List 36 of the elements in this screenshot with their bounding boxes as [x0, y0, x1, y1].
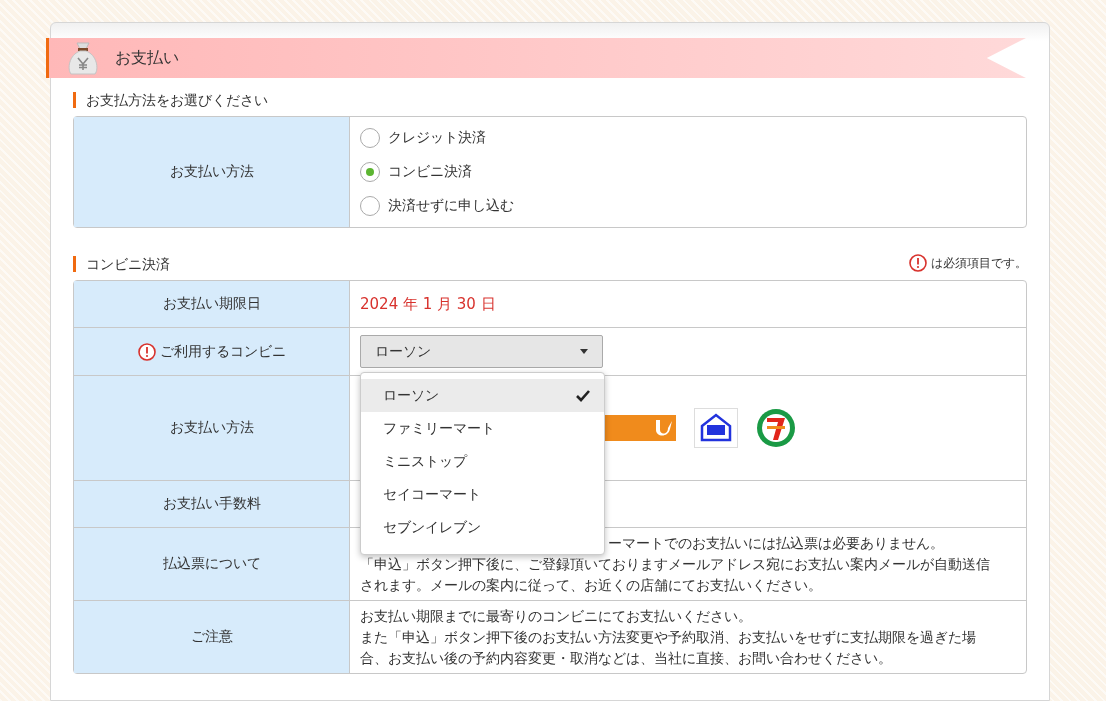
check-icon — [576, 389, 590, 402]
section-heading: お支払方法をお選びください — [73, 92, 1027, 108]
row-label: ご利用するコンビニ — [159, 342, 286, 361]
note-text: 合、お支払い後の予約内容変更・取消などは、当社に直接、お問い合わせください。 — [360, 648, 893, 668]
note-text: お支払い期限までに最寄りのコンビニにてお支払いください。 — [360, 606, 753, 626]
row-label: ご注意 — [190, 628, 233, 646]
payment-option[interactable]: 決済せずに申し込む — [360, 189, 1016, 223]
caret-icon — [580, 349, 588, 354]
note-text: ーマートでのお支払いには払込票は必要ありません。 — [608, 533, 944, 553]
store-logo-icon — [694, 408, 738, 448]
store-logo-icon — [756, 408, 796, 448]
note-text: また「申込」ボタン押下後のお支払い方法変更や予約取消、お支払いをせずに支払期限を過ぎた場 — [360, 627, 977, 647]
dropdown-option[interactable]: セブンイレブン — [361, 511, 604, 544]
note-text: されます。メールの案内に従って、お近くの店舗にてお支払いください。 — [360, 575, 823, 595]
row-label: お支払い手数料 — [162, 495, 261, 513]
required-icon — [909, 254, 927, 272]
dropdown-option[interactable]: ローソン — [361, 379, 604, 412]
section-heading: コンビニ決済 — [73, 256, 170, 272]
dropdown-option[interactable]: ミニストップ — [361, 445, 604, 478]
deadline-date: 2024 年 1 月 30 日 — [360, 294, 497, 314]
radio-button[interactable] — [360, 196, 380, 216]
row-label: お支払い方法 — [169, 163, 254, 181]
radio-button[interactable] — [360, 128, 380, 148]
note-text: 「申込」ボタン押下後に、ご登録頂いておりますメールアドレス宛にお支払い案内メールが自動送信 — [360, 554, 991, 574]
dropdown-option[interactable]: ファミリーマート — [361, 412, 604, 445]
banner-title: お支払い — [115, 47, 179, 69]
payment-option[interactable]: コンビニ決済 — [360, 155, 1016, 189]
row-label: 払込票について — [162, 555, 261, 573]
payment-option[interactable]: クレジット決済 — [360, 121, 1016, 155]
store-select[interactable]: ローソン — [360, 335, 603, 368]
row-label: お支払い方法 — [169, 419, 254, 437]
money-bag-icon — [65, 39, 101, 77]
row-label: お支払い期限日 — [162, 295, 261, 313]
required-note: は必須項目です。 — [931, 254, 1027, 272]
dropdown-option[interactable]: セイコーマート — [361, 478, 604, 511]
radio-button[interactable] — [360, 162, 380, 182]
